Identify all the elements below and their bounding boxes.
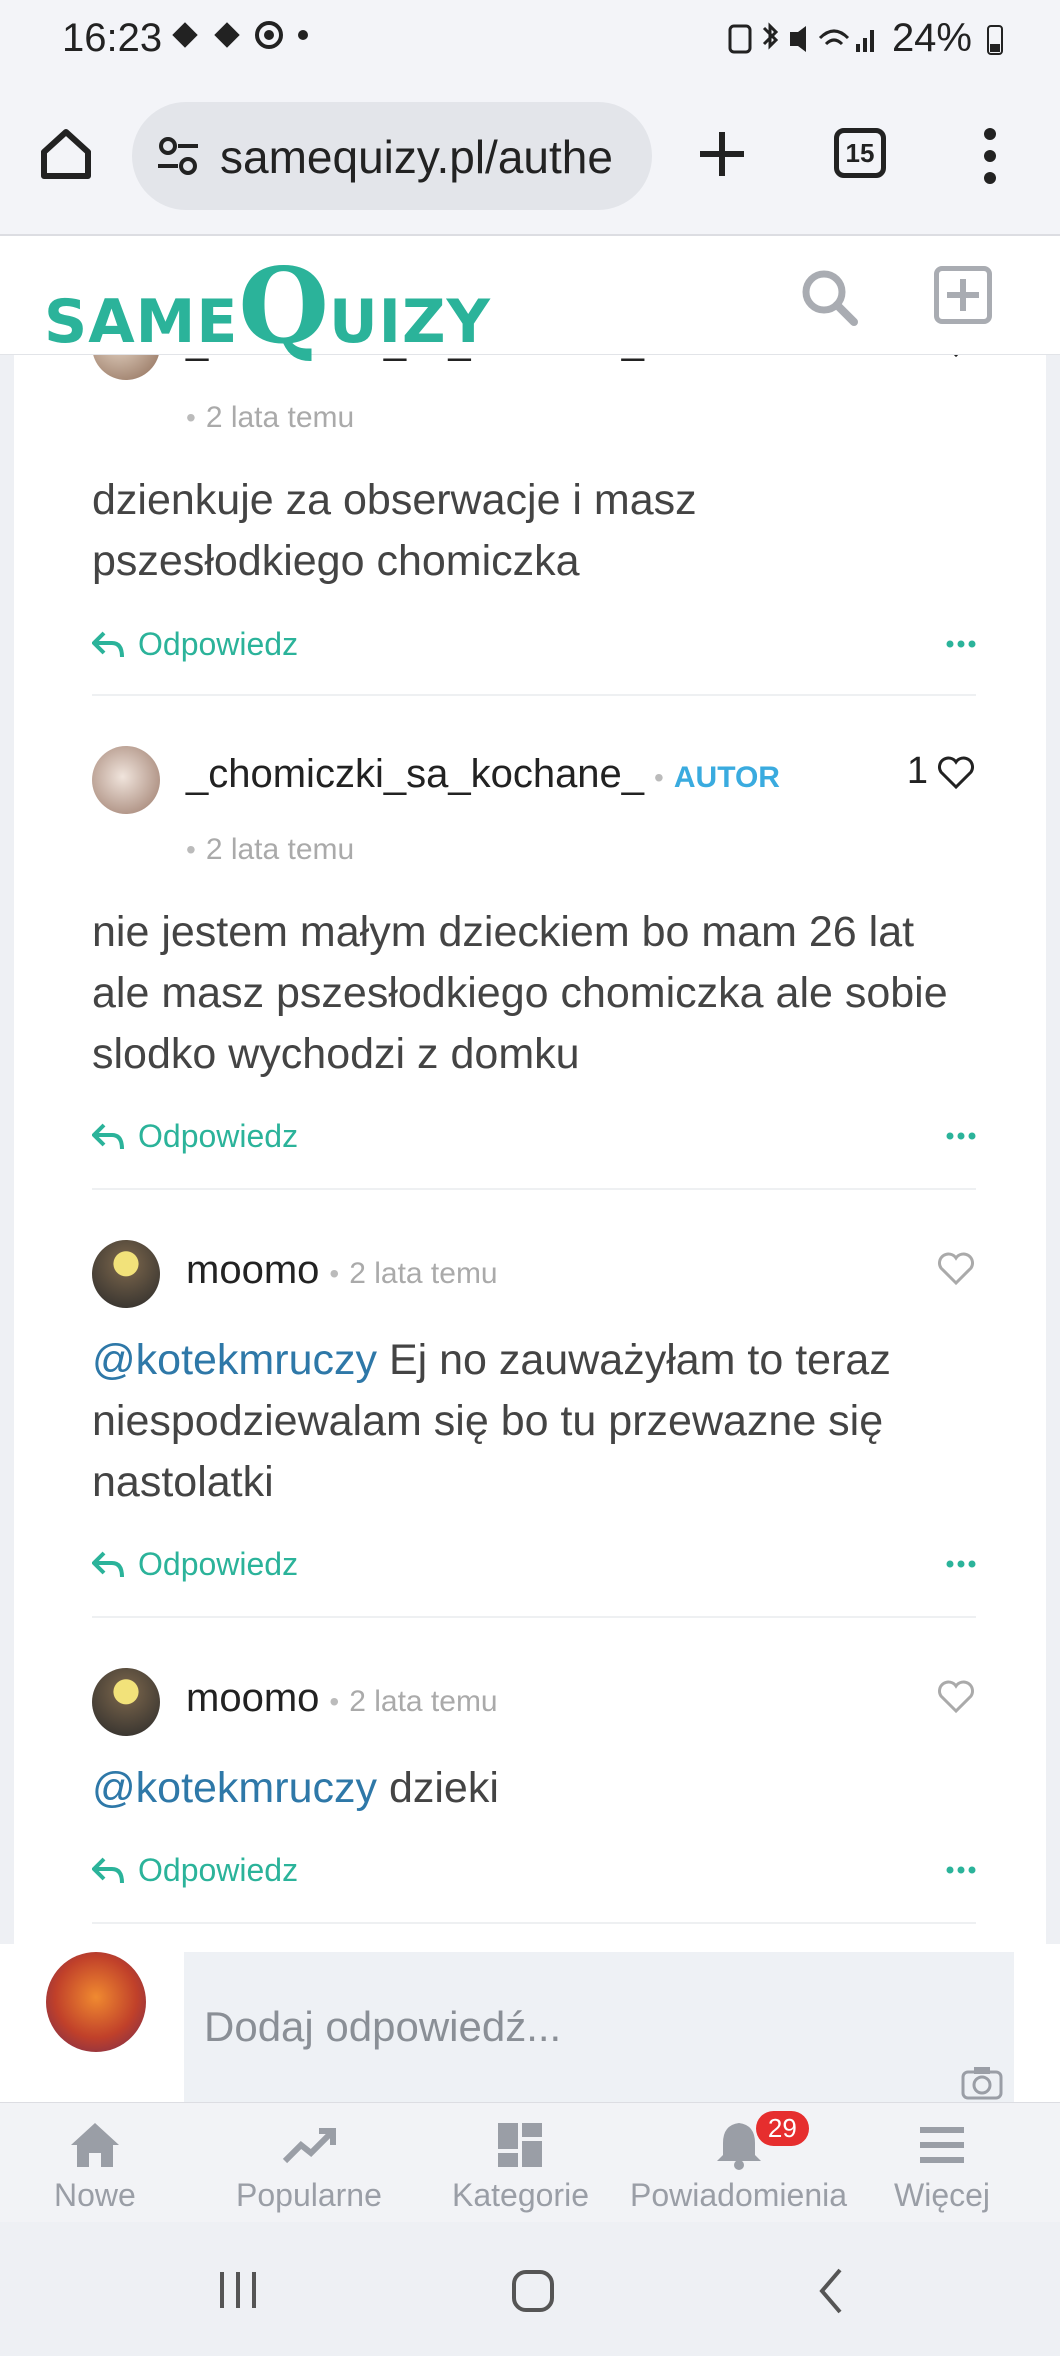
site-settings-icon[interactable]: [156, 136, 200, 176]
nav-item-kategorie[interactable]: Kategorie: [452, 2119, 589, 2214]
divider: [92, 1188, 976, 1190]
status-bar: 16:23 24%: [0, 0, 1060, 80]
more-options-icon[interactable]: [946, 1132, 976, 1140]
recent-apps-icon[interactable]: [216, 2268, 260, 2312]
comment-text: dzieki: [388, 1764, 499, 1812]
new-tab-icon[interactable]: [694, 126, 750, 182]
divider: [92, 1922, 976, 1924]
comment-text: nie jestem małym dzieckiem bo mam 26 lat…: [92, 908, 948, 1078]
home-icon: [70, 2123, 119, 2167]
search-icon[interactable]: [798, 266, 860, 328]
url-bar[interactable]: samequizy.pl/authe: [132, 102, 652, 210]
status-right: 24%: [728, 16, 1004, 61]
user-mention[interactable]: @kotekmruczy: [92, 1764, 377, 1812]
reply-button[interactable]: Odpowiedz: [92, 1118, 298, 1155]
nav-label: Powiadomienia: [630, 2177, 848, 2213]
more-options-icon[interactable]: [946, 640, 976, 648]
reply-label: Odpowiedz: [138, 1852, 299, 1888]
browser-toolbar: samequizy.pl/authe 15: [0, 80, 1060, 236]
reply-label: Odpowiedz: [138, 626, 299, 662]
comment-author[interactable]: moomo: [186, 1248, 319, 1292]
divider: [92, 694, 976, 696]
tab-switcher-button[interactable]: 15: [834, 128, 886, 178]
site-header: SAMEQUIZY: [0, 236, 1060, 367]
reply-icon: [92, 631, 124, 657]
comment-time: 2 lata temu: [205, 833, 355, 866]
bottom-navigation: Nowe Popularne Kategorie Powiadomienia 2…: [0, 2102, 1060, 2223]
avatar[interactable]: [92, 746, 160, 814]
reply-label: Odpowiedz: [138, 1546, 299, 1582]
status-notification-icons: [170, 20, 310, 50]
avatar[interactable]: [92, 1240, 160, 1308]
comment-author[interactable]: _chomiczki_sa_kochane_: [186, 752, 644, 796]
nav-label: Kategorie: [452, 2177, 589, 2213]
clock: 16:23: [62, 16, 163, 60]
nav-label: Więcej: [894, 2177, 991, 2213]
nav-item-nowe[interactable]: Nowe: [54, 2119, 136, 2214]
comment-text: dzienkuje za obserwacje i masz pszesłodk…: [92, 476, 697, 585]
reply-button[interactable]: Odpowiedz: [92, 1852, 298, 1889]
notification-icon: [172, 22, 198, 48]
battery-percent: 24%: [891, 16, 972, 60]
nav-item-wiecej[interactable]: Więcej: [894, 2119, 990, 2214]
reply-button[interactable]: Odpowiedz: [92, 1546, 298, 1583]
more-vert-icon[interactable]: [980, 126, 1000, 186]
heart-icon[interactable]: [936, 1250, 976, 1286]
reply-button[interactable]: Odpowiedz: [92, 626, 298, 663]
menu-icon: [920, 2127, 964, 2163]
reply-icon: [92, 1857, 124, 1883]
reply-icon: [92, 1551, 124, 1577]
reply-composer: [0, 1944, 1060, 2102]
comment-author[interactable]: moomo: [186, 1676, 319, 1720]
camera-icon[interactable]: [960, 2064, 1004, 2100]
user-mention[interactable]: @kotekmruczy: [92, 1336, 377, 1384]
samequizy-logo[interactable]: SAMEQUIZY: [44, 244, 491, 367]
system-navigation-bar: [0, 2222, 1060, 2356]
comment-time: 2 lata temu: [205, 401, 355, 434]
home-icon[interactable]: [36, 124, 96, 184]
connectivity-icons: [728, 21, 874, 53]
url-text: samequizy.pl/authe: [220, 131, 613, 183]
divider: [92, 1616, 976, 1618]
comments-card: [14, 354, 1046, 2104]
nav-label: Nowe: [54, 2177, 136, 2213]
notification-icon: [214, 22, 240, 48]
trending-icon: [282, 2128, 336, 2164]
back-icon[interactable]: [816, 2266, 846, 2316]
avatar[interactable]: [92, 1668, 160, 1736]
nav-item-popularne[interactable]: Popularne: [236, 2119, 382, 2214]
comment-time: 2 lata temu: [349, 1685, 498, 1718]
user-avatar: [46, 1952, 146, 2052]
author-badge: AUTOR: [673, 761, 780, 794]
battery-icon: [987, 24, 1003, 55]
reply-input[interactable]: [184, 1952, 1014, 2102]
more-options-icon[interactable]: [946, 1560, 976, 1568]
heart-icon[interactable]: [936, 754, 976, 790]
chrome-icon: [255, 21, 283, 49]
like-count: 1: [906, 750, 928, 792]
reply-icon: [92, 1123, 124, 1149]
dot-icon: [298, 30, 308, 40]
comment-time: 2 lata temu: [349, 1257, 498, 1290]
grid-icon: [498, 2123, 543, 2167]
heart-icon[interactable]: [936, 1678, 976, 1714]
add-quiz-icon[interactable]: [934, 266, 992, 324]
nav-item-powiadomienia[interactable]: Powiadomienia 29: [630, 2111, 848, 2214]
nav-label: Popularne: [236, 2177, 382, 2213]
home-button-icon[interactable]: [510, 2268, 556, 2314]
more-options-icon[interactable]: [946, 1866, 976, 1874]
notification-badge: 29: [755, 2111, 809, 2146]
reply-label: Odpowiedz: [138, 1118, 299, 1154]
